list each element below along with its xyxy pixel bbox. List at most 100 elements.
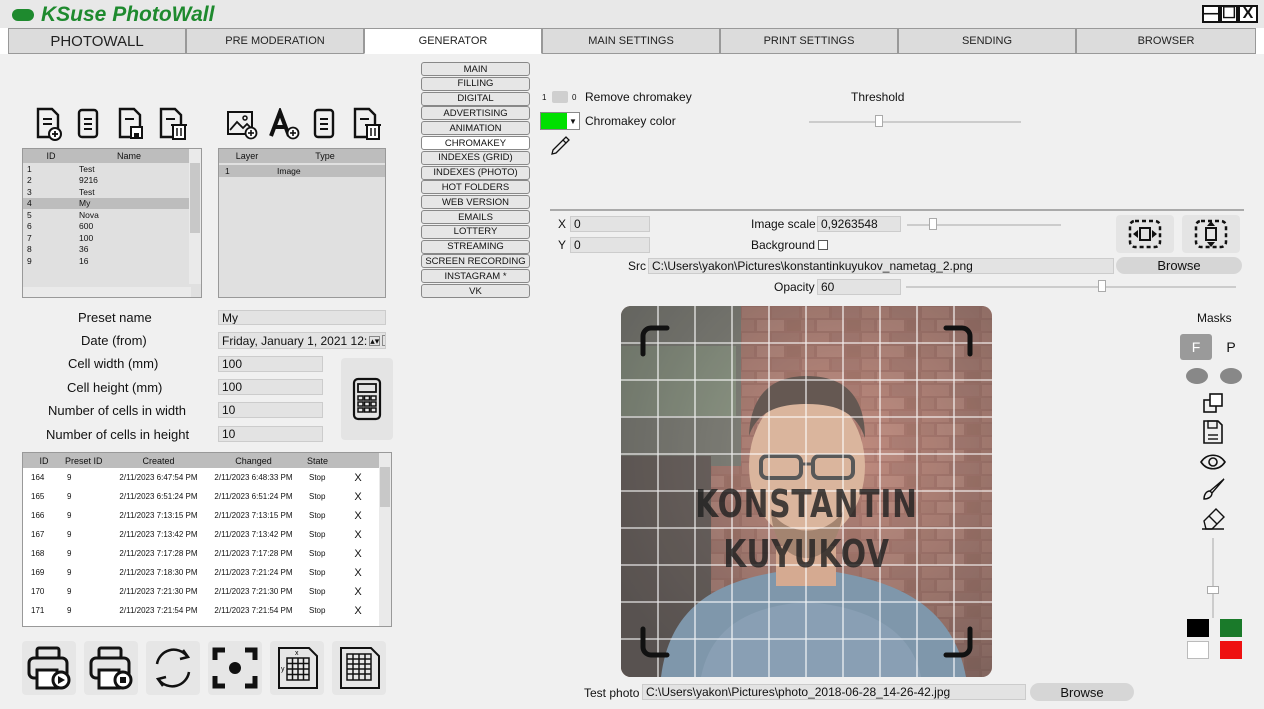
subnav-instagram[interactable]: INSTAGRAM * — [421, 269, 530, 284]
preset-name-input[interactable]: My — [218, 310, 386, 325]
layers-table[interactable]: Layer Type 1 Image — [218, 148, 386, 298]
preset-row[interactable]: 3 Test — [23, 186, 201, 198]
session-row[interactable]: 170 9 2/11/2023 7:21:30 PM 2/11/2023 7:21:3… — [23, 582, 391, 601]
print-play-button[interactable] — [22, 641, 76, 695]
remove-chromakey-toggle[interactable] — [552, 91, 568, 103]
preset-row[interactable]: 2 9216 — [23, 175, 201, 187]
subnav-web-version[interactable]: WEB VERSION — [421, 195, 530, 210]
mask-ellipse-alt-icon[interactable] — [1220, 368, 1242, 384]
subnav-streaming[interactable]: STREAMING — [421, 239, 530, 254]
mask-shapes-icon[interactable] — [1200, 391, 1226, 415]
cell-width-input[interactable]: 100 — [218, 356, 323, 372]
session-row[interactable]: 167 9 2/11/2023 7:13:42 PM 2/11/2023 7:13:4… — [23, 525, 391, 544]
add-text-layer-icon[interactable] — [266, 106, 302, 142]
subnav-vk[interactable]: VK — [421, 284, 530, 298]
close-button[interactable]: X — [1238, 5, 1258, 23]
save-preset-icon[interactable] — [112, 106, 148, 142]
tab-photowall[interactable]: PHOTOWALL — [8, 28, 186, 54]
delete-session-button[interactable]: X — [351, 605, 365, 617]
preset-row[interactable]: 1 Test — [23, 163, 201, 175]
opacity-input[interactable]: 60 — [817, 279, 901, 295]
presets-scrollbar[interactable] — [189, 149, 201, 284]
image-scale-input[interactable]: 0,9263548 — [817, 216, 901, 232]
chromakey-color-picker[interactable]: ▼ — [540, 112, 580, 130]
layer-row[interactable]: 1 Image — [219, 165, 385, 177]
eraser-icon[interactable] — [1199, 504, 1227, 532]
minimize-button[interactable]: — — [1202, 5, 1220, 23]
eyedropper-icon[interactable] — [548, 134, 572, 158]
grid-table-button[interactable] — [332, 641, 386, 695]
presets-table[interactable]: ID Name 1 Test 2 9216 3 Test 4 My 5 Nova 6 600 7 100 8… — [22, 148, 202, 298]
preset-row[interactable]: 9 16 — [23, 255, 201, 267]
brush-size-slider-thumb[interactable] — [1207, 586, 1219, 594]
src-browse-button[interactable]: Browse — [1116, 257, 1242, 274]
mask-ellipse-icon[interactable] — [1186, 368, 1208, 384]
capture-button[interactable] — [208, 641, 262, 695]
test-photo-input[interactable]: C:\Users\yakon\Pictures\photo_2018-06-28… — [642, 684, 1026, 700]
subnav-chromakey[interactable]: CHROMAKEY — [421, 136, 530, 150]
maximize-button[interactable]: ☐ — [1220, 5, 1238, 23]
preset-row[interactable]: 7 100 — [23, 232, 201, 244]
opacity-slider-thumb[interactable] — [1098, 280, 1106, 292]
grid-xy-button[interactable]: xy — [270, 641, 324, 695]
cells-height-input[interactable]: 10 — [218, 426, 323, 442]
subnav-advertising[interactable]: ADVERTISING — [421, 106, 530, 121]
add-image-layer-icon[interactable] — [224, 106, 260, 142]
mask-f-button[interactable]: F — [1180, 334, 1212, 360]
image-scale-slider-thumb[interactable] — [929, 218, 937, 230]
subnav-lottery[interactable]: LOTTERY — [421, 224, 530, 239]
threshold-slider[interactable] — [809, 121, 1021, 123]
session-row[interactable]: 171 9 2/11/2023 7:21:54 PM 2/11/2023 7:21:5… — [23, 601, 391, 620]
y-input[interactable]: 0 — [570, 237, 650, 253]
subnav-animation[interactable]: ANIMATION — [421, 121, 530, 136]
session-row[interactable]: 166 9 2/11/2023 7:13:15 PM 2/11/2023 7:13:1… — [23, 506, 391, 525]
brush-size-slider[interactable] — [1212, 538, 1214, 618]
preset-row[interactable]: 6 600 — [23, 221, 201, 233]
cell-height-input[interactable]: 100 — [218, 379, 323, 395]
refresh-button[interactable] — [146, 641, 200, 695]
fit-height-button[interactable] — [1182, 215, 1240, 253]
subnav-indexes-photo[interactable]: INDEXES (PHOTO) — [421, 165, 530, 180]
session-row[interactable]: 168 9 2/11/2023 7:17:28 PM 2/11/2023 7:17:2… — [23, 544, 391, 563]
preview-canvas[interactable]: KONSTANTIN KUYUKOV — [621, 306, 992, 677]
delete-session-button[interactable]: X — [351, 529, 365, 541]
subnav-indexes-grid[interactable]: INDEXES (GRID) — [421, 150, 530, 165]
delete-session-button[interactable]: X — [351, 548, 365, 560]
mask-p-button[interactable]: P — [1216, 334, 1246, 360]
edit-preset-icon[interactable] — [70, 106, 106, 142]
delete-session-button[interactable]: X — [351, 510, 365, 522]
delete-layer-icon[interactable] — [348, 106, 384, 142]
opacity-slider[interactable] — [906, 286, 1236, 288]
presets-hscrollbar[interactable] — [23, 287, 191, 297]
mask-save-icon[interactable] — [1200, 418, 1226, 446]
tab-browser[interactable]: BROWSER — [1076, 28, 1256, 54]
sessions-scrollbar[interactable] — [379, 453, 391, 626]
mask-color-red[interactable] — [1220, 641, 1242, 659]
subnav-emails[interactable]: EMAILS — [421, 210, 530, 224]
tab-sending[interactable]: SENDING — [898, 28, 1076, 54]
subnav-screen-recording[interactable]: SCREEN RECORDING — [421, 254, 530, 269]
print-stop-button[interactable] — [84, 641, 138, 695]
sessions-table[interactable]: ID Preset ID Created Changed State 164 9 2… — [22, 452, 392, 627]
calculator-button[interactable] — [341, 358, 393, 440]
threshold-slider-thumb[interactable] — [875, 115, 883, 127]
cells-width-input[interactable]: 10 — [218, 402, 323, 418]
edit-layer-icon[interactable] — [306, 106, 342, 142]
tab-generator[interactable]: GENERATOR — [364, 28, 542, 54]
src-input[interactable]: C:\Users\yakon\Pictures\konstantinkuyuko… — [648, 258, 1114, 274]
add-preset-icon[interactable] — [30, 106, 66, 142]
delete-session-button[interactable]: X — [351, 586, 365, 598]
delete-session-button[interactable]: X — [351, 567, 365, 579]
mask-color-green[interactable] — [1220, 619, 1242, 637]
session-row[interactable]: 165 9 2/11/2023 6:51:24 PM 2/11/2023 6:51:2… — [23, 487, 391, 506]
tab-pre-moderation[interactable]: PRE MODERATION — [186, 28, 364, 54]
tab-main-settings[interactable]: MAIN SETTINGS — [542, 28, 720, 54]
eye-icon[interactable] — [1198, 450, 1228, 474]
background-checkbox[interactable] — [818, 240, 828, 250]
subnav-digital[interactable]: DIGITAL — [421, 91, 530, 106]
subnav-main[interactable]: MAIN — [421, 62, 530, 76]
preset-row[interactable]: 4 My — [23, 197, 201, 209]
session-row[interactable]: 164 9 2/11/2023 6:47:54 PM 2/11/2023 6:48:3… — [23, 468, 391, 487]
mask-color-black[interactable] — [1187, 619, 1209, 637]
subnav-filling[interactable]: FILLING — [421, 76, 530, 91]
